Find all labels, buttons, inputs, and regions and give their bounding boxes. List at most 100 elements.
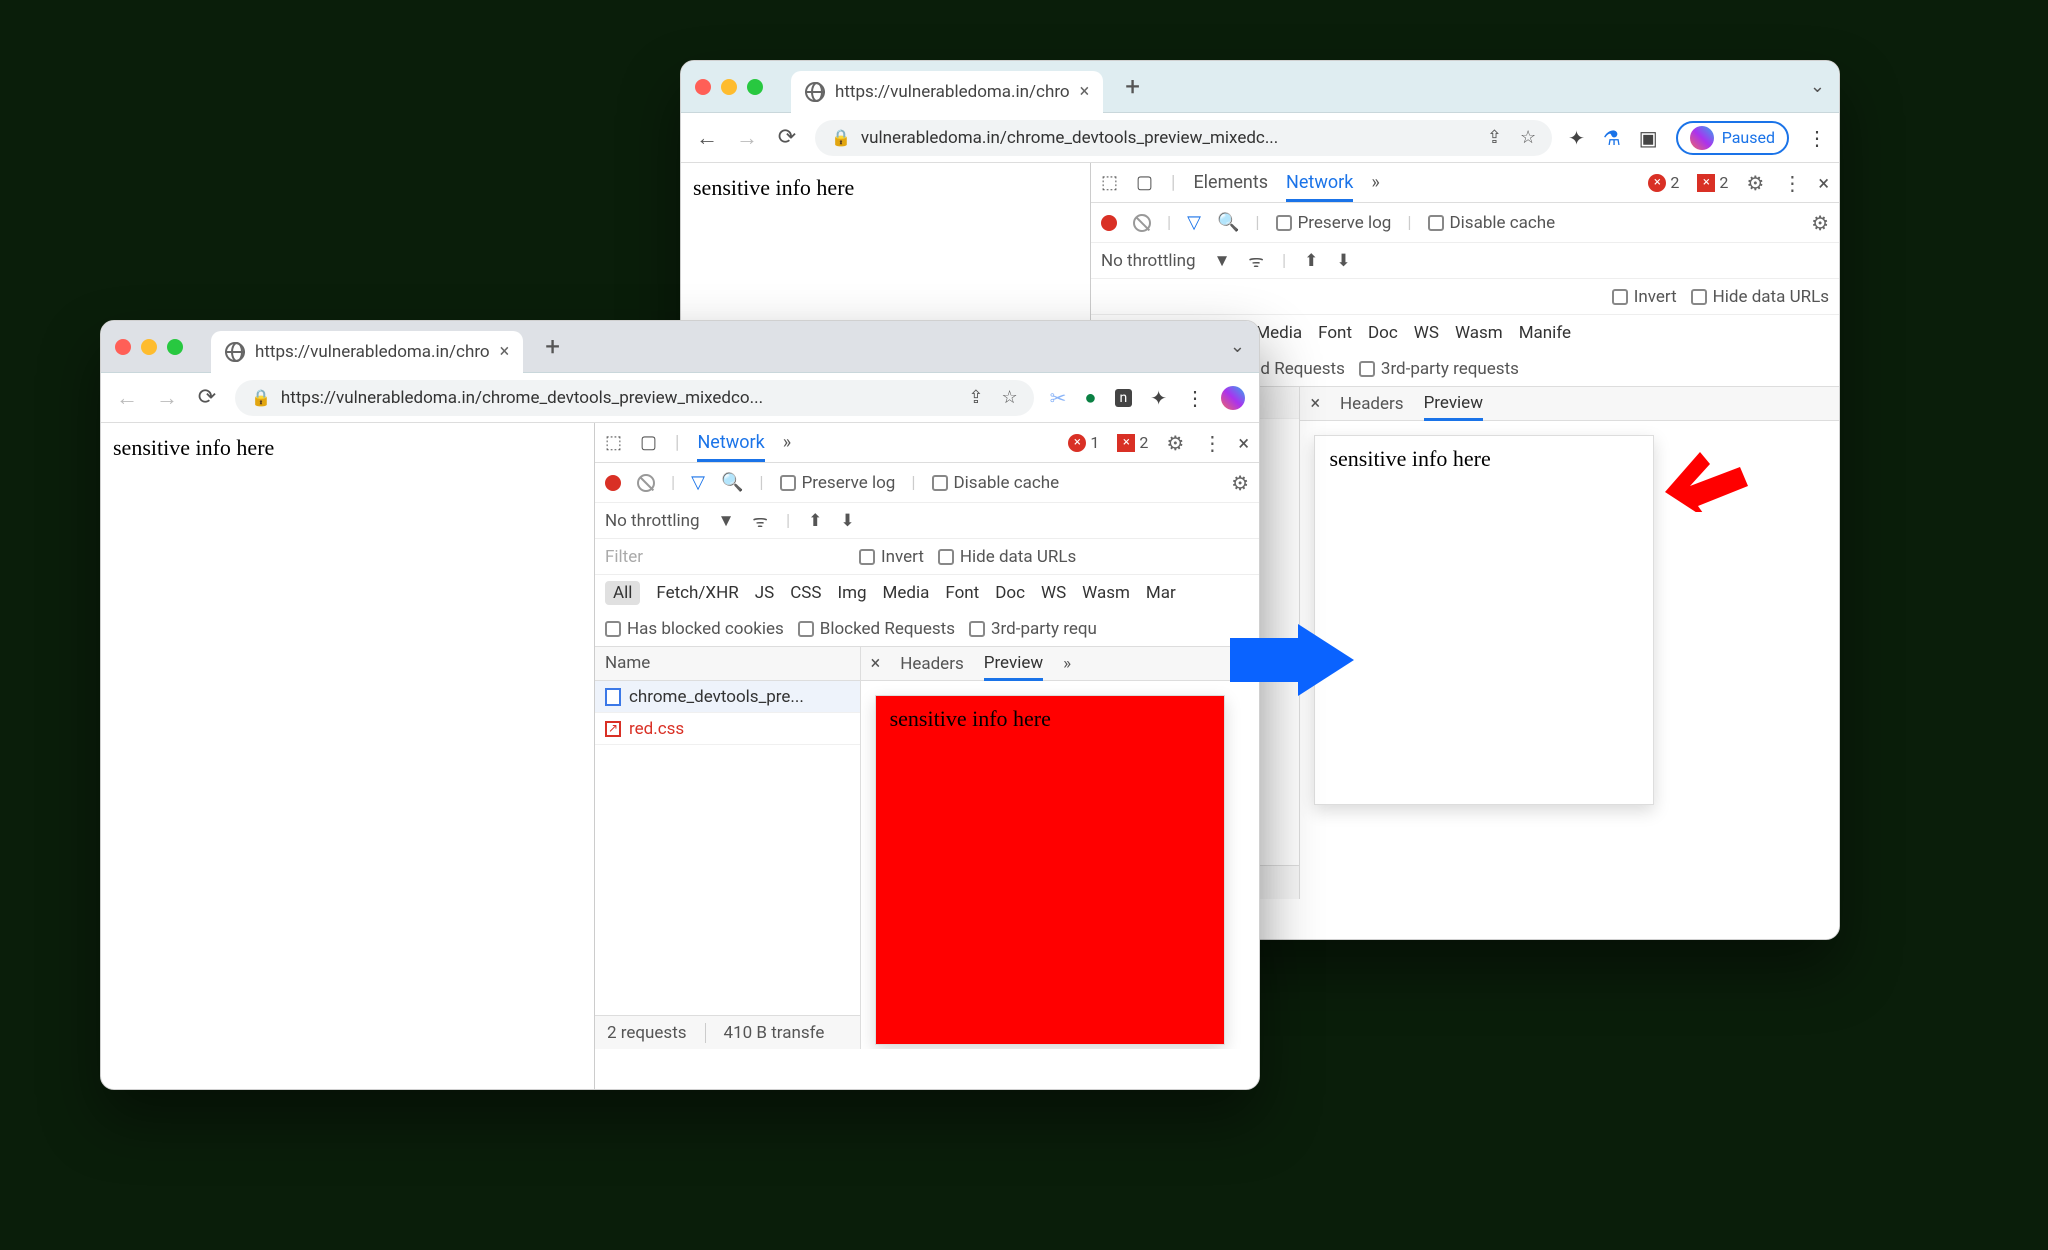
type-filter[interactable]: Media	[1255, 323, 1302, 343]
preserve-log-checkbox[interactable]: Preserve log	[1276, 213, 1392, 233]
share-icon[interactable]: ⇪	[968, 387, 983, 408]
tab-network[interactable]: Network	[697, 432, 764, 462]
type-filter[interactable]: Img	[837, 583, 866, 603]
filter-icon[interactable]: ▽	[1187, 212, 1201, 233]
type-filter[interactable]: Fetch/XHR	[656, 583, 738, 603]
type-filter[interactable]: Media	[883, 583, 930, 603]
tab-network[interactable]: Network	[1286, 172, 1353, 202]
overflow-icon[interactable]: »	[783, 432, 791, 453]
record-icon[interactable]	[1101, 215, 1117, 231]
disable-cache-checkbox[interactable]: Disable cache	[1428, 213, 1556, 233]
new-tab-button[interactable]: +	[1125, 72, 1140, 102]
device-icon[interactable]: ▢	[640, 432, 657, 453]
error-count[interactable]: ×1	[1068, 433, 1099, 452]
flask-icon[interactable]: ⚗	[1603, 126, 1621, 150]
address-bar[interactable]: 🔒 https://vulnerabledoma.in/chrome_devto…	[235, 380, 1034, 416]
clear-icon[interactable]	[637, 474, 655, 492]
download-icon[interactable]: ⬇	[1336, 251, 1350, 271]
tabs-overflow-icon[interactable]: ⌄	[1230, 336, 1245, 357]
filter-input[interactable]: Filter	[605, 547, 845, 567]
avatar-icon[interactable]	[1221, 386, 1245, 410]
close-devtools-icon[interactable]: ×	[1238, 431, 1249, 455]
type-filter[interactable]: Font	[945, 583, 979, 603]
tab-headers[interactable]: Headers	[1340, 394, 1404, 414]
hide-urls-checkbox[interactable]: Hide data URLs	[938, 547, 1076, 567]
menu-button[interactable]: ⋮	[1185, 386, 1203, 410]
tab-preview[interactable]: Preview	[1424, 393, 1483, 421]
chevron-down-icon[interactable]: ▼	[1214, 251, 1231, 271]
network-settings-icon[interactable]: ⚙	[1811, 211, 1829, 235]
type-filter[interactable]: WS	[1041, 583, 1066, 603]
tab-preview[interactable]: Preview	[984, 653, 1043, 681]
column-header-name[interactable]: Name	[595, 647, 860, 681]
hide-urls-checkbox[interactable]: Hide data URLs	[1691, 287, 1829, 307]
close-detail-icon[interactable]: ×	[871, 653, 881, 674]
inspect-icon[interactable]: ⬚	[1101, 172, 1118, 193]
browser-tab[interactable]: https://vulnerabledoma.in/chro ×	[791, 71, 1103, 113]
star-icon[interactable]: ☆	[1520, 127, 1536, 148]
settings-icon[interactable]: ⚙	[1746, 171, 1764, 195]
disable-cache-checkbox[interactable]: Disable cache	[932, 473, 1060, 493]
forward-button[interactable]: →	[735, 125, 759, 151]
wifi-icon[interactable]: ᯤ	[1248, 249, 1264, 272]
tabs-overflow-icon[interactable]: ⌄	[1810, 76, 1825, 97]
upload-icon[interactable]: ⬆	[1304, 251, 1318, 271]
throttle-select[interactable]: No throttling	[1101, 251, 1196, 271]
close-tab-icon[interactable]: ×	[500, 341, 510, 362]
preserve-log-checkbox[interactable]: Preserve log	[780, 473, 896, 493]
browser-tab[interactable]: https://vulnerabledoma.in/chro ×	[211, 331, 523, 373]
clear-icon[interactable]	[1133, 214, 1151, 232]
type-filter[interactable]: Doc	[995, 583, 1025, 603]
third-party-checkbox[interactable]: 3rd-party requests	[1359, 359, 1519, 379]
type-filter[interactable]: Font	[1318, 323, 1352, 343]
back-button[interactable]: ←	[695, 125, 719, 151]
search-icon[interactable]: 🔍	[1217, 212, 1239, 233]
wifi-icon[interactable]: ᯤ	[752, 509, 768, 532]
type-filter[interactable]: Wasm	[1082, 583, 1130, 603]
type-filter[interactable]: Manife	[1519, 323, 1571, 343]
type-filter-all[interactable]: All	[605, 581, 640, 605]
star-icon[interactable]: ☆	[1002, 387, 1018, 408]
chevron-down-icon[interactable]: ▼	[718, 511, 735, 531]
inspect-icon[interactable]: ⬚	[605, 432, 622, 453]
type-filter[interactable]: WS	[1414, 323, 1439, 343]
share-icon[interactable]: ⇪	[1487, 127, 1502, 148]
overflow-icon[interactable]: »	[1063, 654, 1071, 674]
reload-button[interactable]: ⟳	[775, 125, 799, 150]
request-row[interactable]: red.css	[595, 713, 860, 745]
device-icon[interactable]: ▢	[1136, 172, 1153, 193]
blocked-cookies-checkbox[interactable]: Has blocked cookies	[605, 619, 784, 639]
close-tab-icon[interactable]: ×	[1080, 81, 1090, 102]
extensions-icon[interactable]: ✦	[1568, 126, 1585, 150]
type-filter[interactable]: Mar	[1146, 583, 1176, 603]
tab-elements[interactable]: Elements	[1193, 172, 1268, 193]
close-window-icon[interactable]	[695, 79, 711, 95]
type-filter[interactable]: JS	[755, 583, 774, 603]
close-detail-icon[interactable]: ×	[1310, 393, 1320, 414]
blocked-requests-checkbox[interactable]: Blocked Requests	[798, 619, 955, 639]
back-button[interactable]: ←	[115, 385, 139, 411]
invert-checkbox[interactable]: Invert	[1612, 287, 1677, 307]
devtools-menu-icon[interactable]: ⋮	[1782, 171, 1800, 195]
close-window-icon[interactable]	[115, 339, 131, 355]
devtools-menu-icon[interactable]: ⋮	[1202, 431, 1220, 455]
type-filter[interactable]: CSS	[790, 583, 821, 603]
throttle-select[interactable]: No throttling	[605, 511, 700, 531]
filter-icon[interactable]: ▽	[691, 472, 705, 493]
maximize-window-icon[interactable]	[747, 79, 763, 95]
panel-icon[interactable]: ▣	[1639, 126, 1658, 150]
settings-icon[interactable]: ⚙	[1166, 431, 1184, 455]
profile-paused-chip[interactable]: Paused	[1676, 121, 1789, 155]
issue-count[interactable]: ×2	[1117, 433, 1148, 452]
network-settings-icon[interactable]: ⚙	[1231, 471, 1249, 495]
menu-button[interactable]: ⋮	[1807, 126, 1825, 150]
extensions-icon[interactable]: ✦	[1150, 386, 1167, 410]
error-count[interactable]: ×2	[1648, 173, 1679, 192]
scissors-icon[interactable]: ✂	[1050, 386, 1067, 410]
issue-count[interactable]: ×2	[1697, 173, 1728, 192]
search-icon[interactable]: 🔍	[721, 472, 743, 493]
address-bar[interactable]: 🔒 vulnerabledoma.in/chrome_devtools_prev…	[815, 120, 1552, 156]
forward-button[interactable]: →	[155, 385, 179, 411]
close-devtools-icon[interactable]: ×	[1818, 171, 1829, 195]
reload-button[interactable]: ⟳	[195, 385, 219, 410]
